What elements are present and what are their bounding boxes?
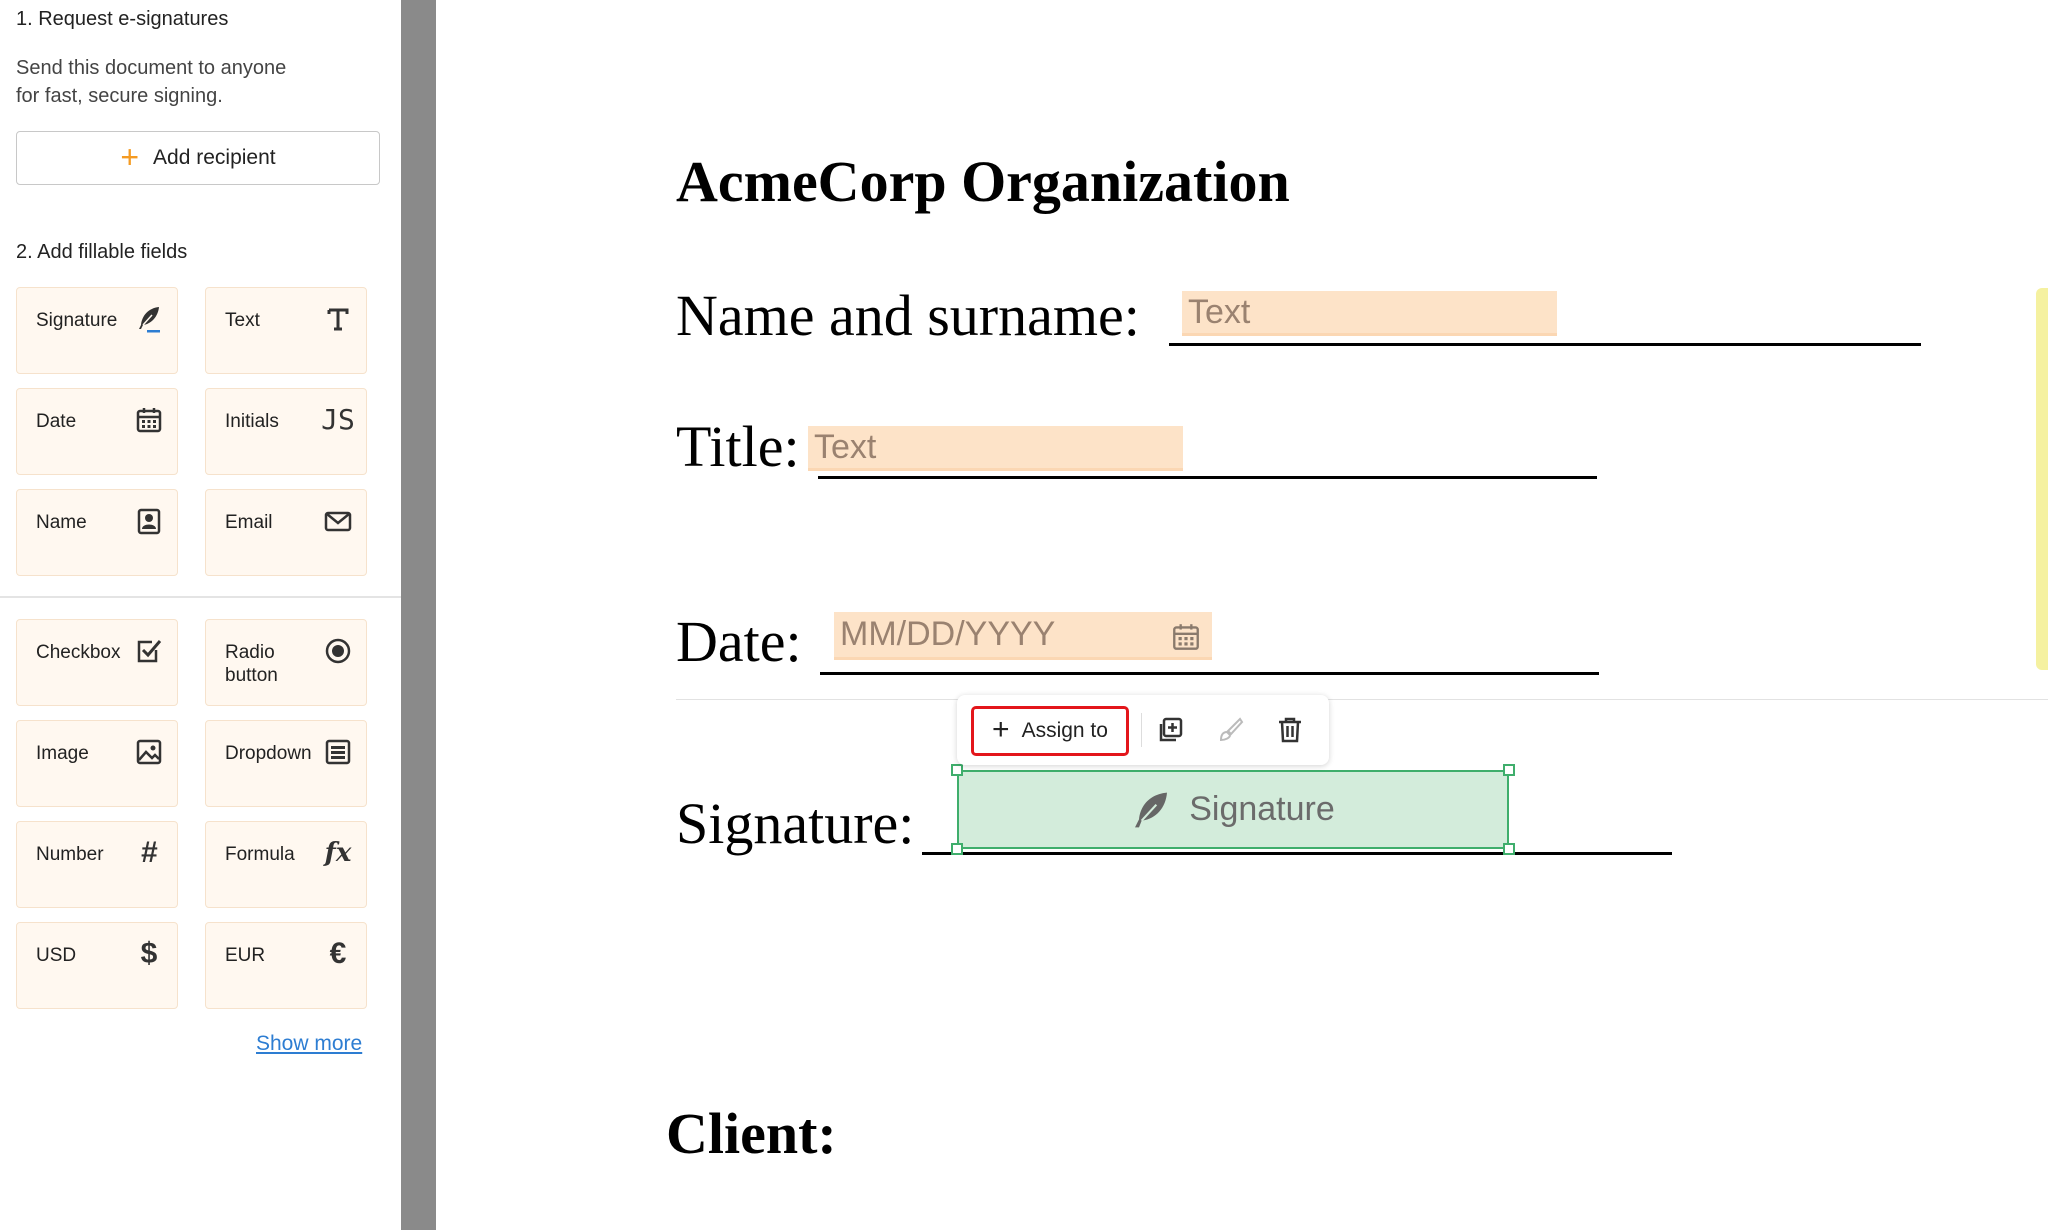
section-title-request: 1. Request e-signatures <box>16 8 229 30</box>
dollar-icon: $ <box>133 938 165 970</box>
field-label: Radio button <box>225 642 278 686</box>
field-label: Date <box>36 411 77 432</box>
field-label: Text <box>225 310 260 331</box>
quill-icon <box>133 303 165 335</box>
resize-handle-top-right[interactable] <box>1503 764 1515 776</box>
dollar-glyph: $ <box>140 937 158 970</box>
signature-placeholder: Signature <box>1189 790 1335 828</box>
calendar-icon <box>133 404 165 436</box>
panel-gutter <box>401 0 436 1230</box>
field-date[interactable]: Date <box>16 388 178 475</box>
description-line-1: Send this document to anyone <box>16 57 287 79</box>
calendar-icon <box>1170 621 1202 653</box>
section-separator <box>676 699 2048 700</box>
euro-icon: € <box>322 938 354 970</box>
plus-icon: + <box>120 138 140 175</box>
contact-card-icon <box>133 505 165 537</box>
field-email[interactable]: Email <box>205 489 367 576</box>
field-label: Email <box>225 512 273 533</box>
field-image[interactable]: Image <box>16 720 178 807</box>
signature-field[interactable]: Signature <box>951 764 1515 855</box>
section-title-fields: 2. Add fillable fields <box>16 241 188 263</box>
duplicate-icon[interactable] <box>1152 712 1188 748</box>
client-label: Client: <box>666 1101 837 1166</box>
field-label: Checkbox <box>36 642 121 663</box>
checkbox-icon <box>133 635 165 667</box>
title-label: Title: <box>676 414 800 479</box>
add-recipient-label: Add recipient <box>153 146 276 169</box>
document-canvas: AcmeCorp Organization Name and surname: … <box>436 0 2048 1230</box>
image-icon <box>133 736 165 768</box>
field-label: Image <box>36 743 89 764</box>
field-signature[interactable]: Signature <box>16 287 178 374</box>
field-dropdown[interactable]: Dropdown <box>205 720 367 807</box>
field-label: Initials <box>225 411 279 432</box>
fx-glyph: fx <box>324 838 352 868</box>
initials-icon: JS <box>321 403 355 436</box>
title-underline <box>818 476 1597 479</box>
name-underline <box>1169 343 1921 346</box>
field-label: Formula <box>225 844 295 865</box>
sidebar: 1. Request e-signatures Send this docume… <box>0 0 401 1230</box>
field-label: Signature <box>36 310 118 331</box>
text-icon <box>322 303 354 335</box>
field-toolbar: + Assign to <box>957 695 1329 765</box>
field-number[interactable]: Number # <box>16 821 178 908</box>
field-name[interactable]: Name <box>16 489 178 576</box>
toolbar-separator <box>1141 713 1142 747</box>
resize-handle-bottom-left[interactable] <box>951 843 963 855</box>
description-line-2: for fast, secure signing. <box>16 85 223 107</box>
date-underline <box>820 672 1599 675</box>
field-label: Number <box>36 844 104 865</box>
sticky-note-edge[interactable] <box>2036 288 2048 670</box>
name-label: Name and surname: <box>676 283 1140 348</box>
add-recipient-button[interactable]: + Add recipient <box>16 131 380 185</box>
radio-icon <box>322 635 354 667</box>
assign-to-button[interactable]: + Assign to <box>971 706 1129 756</box>
field-usd[interactable]: USD $ <box>16 922 178 1009</box>
field-label: USD <box>36 945 77 966</box>
signature-underline <box>922 852 1672 855</box>
section-description: Send this document to anyone for fast, s… <box>16 54 336 110</box>
field-label: Dropdown <box>225 743 312 764</box>
field-eur[interactable]: EUR € <box>205 922 367 1009</box>
field-radio-button[interactable]: Radio button <box>205 619 367 706</box>
title-text-field[interactable]: Text <box>808 426 1183 471</box>
show-more-link[interactable]: Show more <box>256 1032 362 1056</box>
function-icon: fx <box>322 837 354 869</box>
initials-glyph: JS <box>321 403 355 436</box>
name-text-field[interactable]: Text <box>1182 291 1557 336</box>
field-initials[interactable]: Initials JS <box>205 388 367 475</box>
hash-icon: # <box>133 837 165 869</box>
resize-handle-top-left[interactable] <box>951 764 963 776</box>
sidebar-divider <box>0 596 401 598</box>
euro-glyph: € <box>329 937 347 970</box>
paint-brush-icon[interactable] <box>1212 712 1248 748</box>
dropdown-list-icon <box>322 736 354 768</box>
assign-to-label: Assign to <box>1021 719 1108 742</box>
field-text[interactable]: Text <box>205 287 367 374</box>
signature-label: Signature: <box>676 791 915 856</box>
trash-icon[interactable] <box>1272 712 1308 748</box>
hash-glyph: # <box>140 836 158 869</box>
field-formula[interactable]: Formula fx <box>205 821 367 908</box>
quill-icon <box>1131 790 1171 830</box>
resize-handle-bottom-right[interactable] <box>1503 843 1515 855</box>
envelope-icon <box>322 505 354 537</box>
field-checkbox[interactable]: Checkbox <box>16 619 178 706</box>
document-title: AcmeCorp Organization <box>676 149 1290 214</box>
date-field[interactable]: MM/DD/YYYY <box>834 612 1212 660</box>
field-label: Name <box>36 512 87 533</box>
date-label: Date: <box>676 609 802 674</box>
field-label: EUR <box>225 945 266 966</box>
plus-icon: + <box>992 712 1010 746</box>
date-placeholder: MM/DD/YYYY <box>840 615 1056 653</box>
